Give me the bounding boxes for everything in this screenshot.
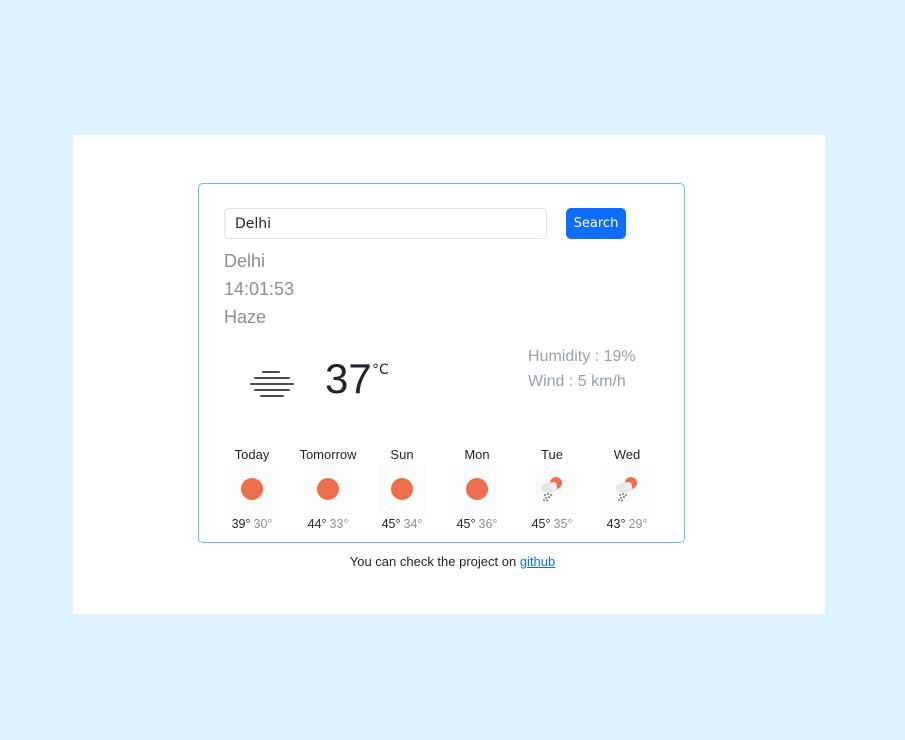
forecast-day: Wed 43° 29° (587, 446, 667, 531)
forecast-day: Today 39° 30° (212, 446, 292, 531)
forecast-low: 34° (403, 517, 423, 531)
weather-card: Search Delhi 14:01:53 Haze 37 °C Humidit… (198, 183, 685, 543)
temperature-unit: °C (372, 362, 389, 378)
forecast-day: Mon 45° 36° (437, 446, 517, 531)
forecast-day-name: Mon (464, 447, 490, 462)
forecast-low: 36° (478, 517, 498, 531)
sun-icon (378, 464, 426, 514)
forecast-day-name: Today (234, 447, 270, 462)
forecast-day-name: Sun (390, 447, 414, 462)
forecast-high: 45° (381, 517, 401, 531)
forecast-day-name: Wed (613, 447, 641, 462)
wind-text: Wind : 5 km/h (528, 373, 626, 390)
humidity-text: Humidity : 19% (528, 348, 636, 365)
forecast-low: 35° (553, 517, 573, 531)
search-input[interactable] (224, 208, 547, 239)
github-link[interactable]: github (520, 554, 555, 569)
forecast-day-name: Tue (541, 447, 563, 462)
footer-note: You can check the project on github (0, 554, 905, 569)
local-time: 14:01:53 (224, 279, 295, 299)
forecast-high: 39° (231, 517, 251, 531)
forecast-low: 30° (253, 517, 273, 531)
sun-icon (453, 464, 501, 514)
forecast-low: 33° (329, 517, 349, 531)
forecast-day: Tomorrow 44° 33° (288, 446, 368, 531)
forecast-day: Sun 45° 34° (362, 446, 442, 531)
forecast-day: Tue 45° 35° (512, 446, 592, 531)
forecast-high: 44° (307, 517, 327, 531)
forecast-row: Today 39° 30° Tomorrow 44° 33° Sun 45° 34° … (199, 446, 686, 536)
weather-condition: Haze (224, 307, 267, 327)
forecast-high: 45° (456, 517, 476, 531)
current-temperature: 37 (325, 355, 372, 402)
search-button[interactable]: Search (566, 208, 626, 239)
sun-icon (304, 464, 352, 514)
haze-icon (250, 371, 294, 397)
rain-sun-icon (528, 464, 576, 514)
city-name: Delhi (224, 251, 266, 271)
forecast-day-name: Tomorrow (299, 447, 357, 462)
forecast-low: 29° (628, 517, 648, 531)
footer-text: You can check the project on (349, 554, 520, 569)
rain-sun-icon (603, 464, 651, 514)
forecast-high: 45° (531, 517, 551, 531)
forecast-high: 43° (606, 517, 626, 531)
sun-icon (228, 464, 276, 514)
